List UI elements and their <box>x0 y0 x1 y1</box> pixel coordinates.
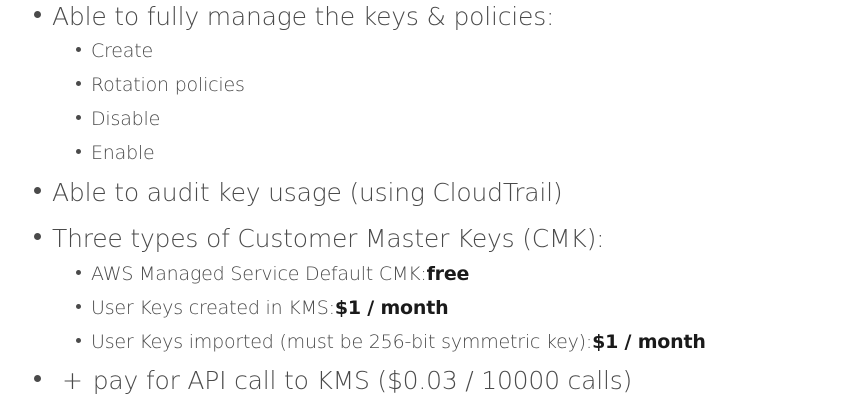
bullet-text: pay for API call to KMS ($0.03 / 10000 c… <box>92 366 633 395</box>
bullet-dot-icon <box>76 270 81 275</box>
bullet-text: Enable <box>91 142 155 164</box>
bullet-dot-icon <box>76 81 81 86</box>
sub-bullet-disable: Disable <box>76 108 160 130</box>
bullet-dot-icon <box>76 115 81 120</box>
bullet-text: Create <box>91 40 153 62</box>
bullet-dot-icon <box>34 375 41 382</box>
bullet-cmk-types: Three types of Customer Master Keys (CMK… <box>34 224 605 253</box>
bullet-api-call-pricing: + pay for API call to KMS ($0.03 / 10000… <box>34 366 632 395</box>
sub-bullet-user-keys-kms: User Keys created in KMS: $1 / month <box>76 297 449 319</box>
sub-bullet-rotation-policies: Rotation policies <box>76 74 245 96</box>
bullet-text: Three types of Customer Master Keys (CMK… <box>52 224 605 253</box>
bullet-text: User Keys created in KMS: <box>91 297 335 319</box>
bullet-dot-icon <box>34 233 41 240</box>
bullet-text: AWS Managed Service Default CMK: <box>91 263 427 285</box>
plus-sign: + <box>62 366 83 395</box>
bullet-dot-icon <box>76 47 81 52</box>
bullet-manage-keys: Able to fully manage the keys & policies… <box>34 2 554 31</box>
bullet-text: Rotation policies <box>91 74 245 96</box>
bullet-audit-usage: Able to audit key usage (using CloudTrai… <box>34 178 563 207</box>
price-free: free <box>426 263 470 285</box>
price-per-month: $1 / month <box>592 331 706 353</box>
bullet-dot-icon <box>34 187 41 194</box>
bullet-text: User Keys imported (must be 256-bit symm… <box>91 331 593 353</box>
bullet-text: Able to fully manage the keys & policies… <box>52 2 555 31</box>
sub-bullet-aws-managed: AWS Managed Service Default CMK: free <box>76 263 469 285</box>
bullet-dot-icon <box>76 304 81 309</box>
bullet-text: Disable <box>91 108 161 130</box>
bullet-text: Able to audit key usage (using CloudTrai… <box>52 178 563 207</box>
bullet-dot-icon <box>76 338 81 343</box>
bullet-dot-icon <box>34 11 41 18</box>
sub-bullet-create: Create <box>76 40 153 62</box>
sub-bullet-enable: Enable <box>76 142 155 164</box>
price-per-month: $1 / month <box>334 297 449 319</box>
bullet-dot-icon <box>76 149 81 154</box>
sub-bullet-user-keys-imported: User Keys imported (must be 256-bit symm… <box>76 331 706 353</box>
slide: Able to fully manage the keys & policies… <box>0 0 853 418</box>
